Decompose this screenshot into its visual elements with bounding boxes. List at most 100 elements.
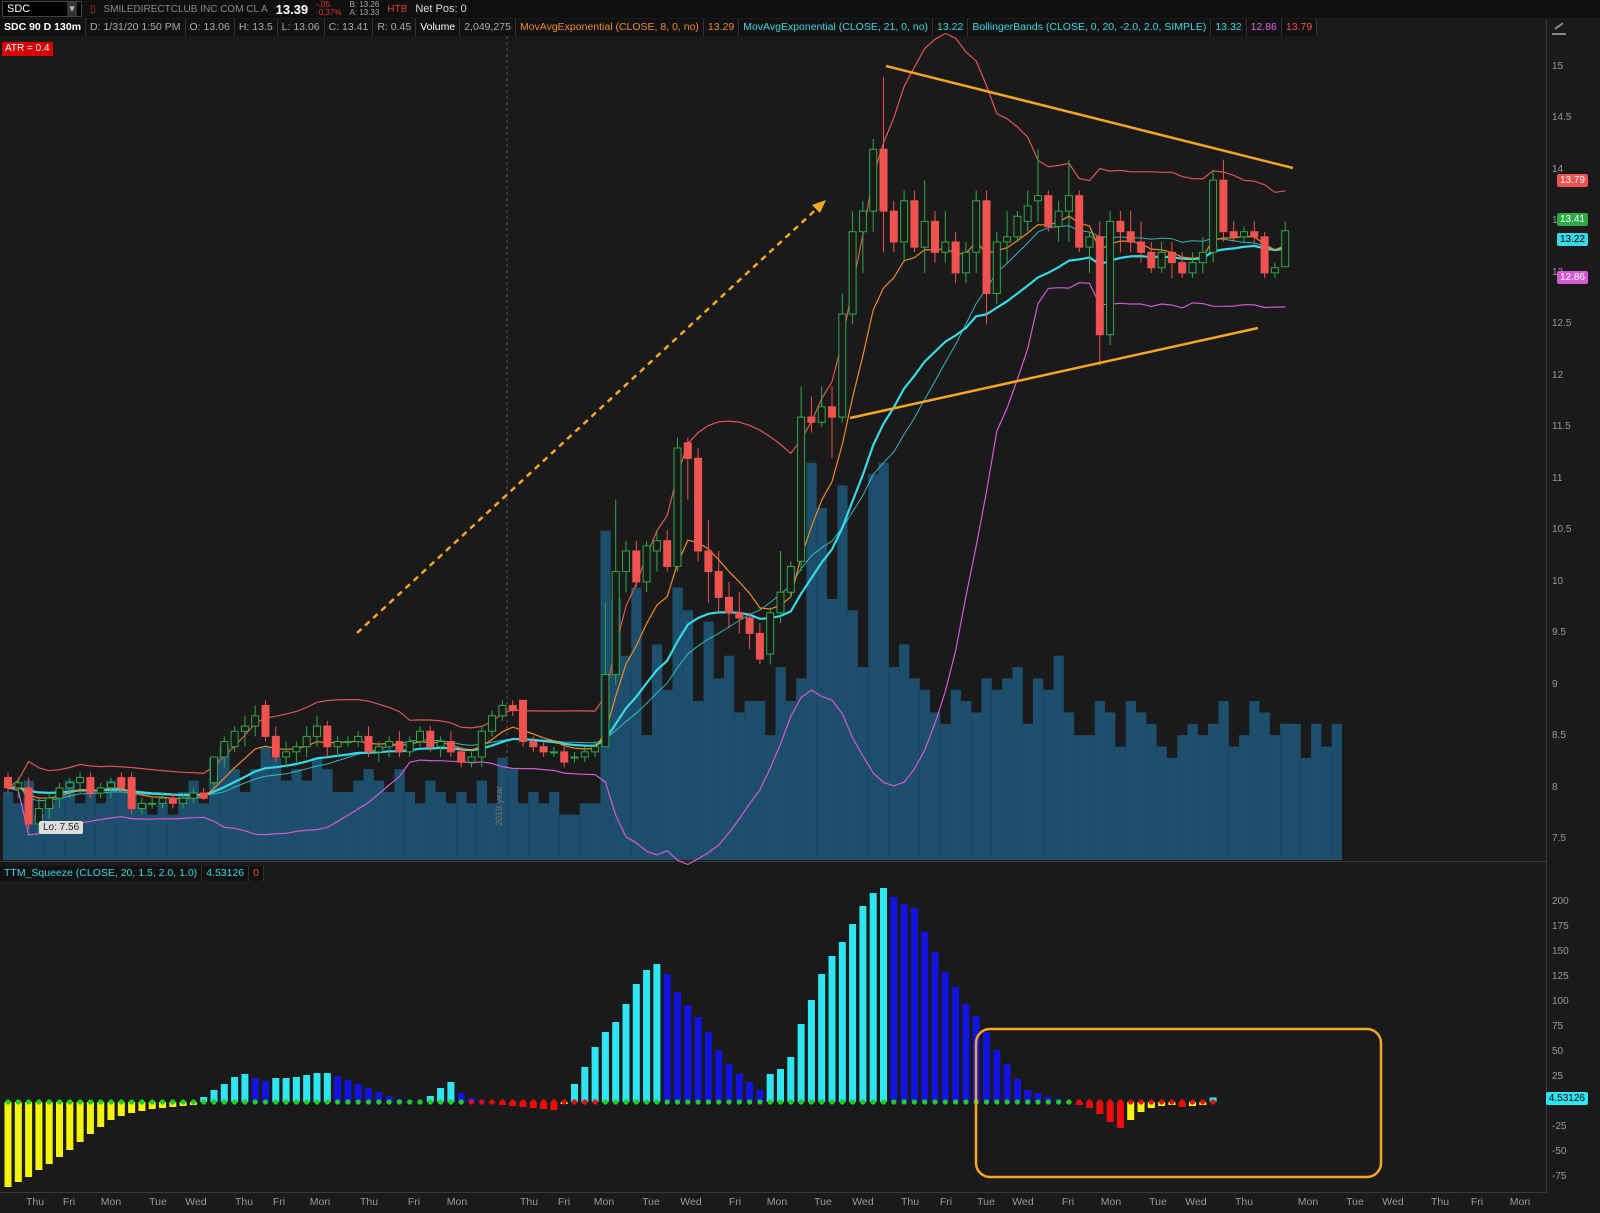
candle-body [1219, 179, 1228, 233]
candle-body [1281, 230, 1290, 268]
candle-body [704, 550, 713, 573]
candle-body [4, 777, 12, 789]
squeeze-dot [1138, 1099, 1144, 1105]
squeeze-histogram-bar [1116, 1102, 1124, 1128]
squeeze-dot [953, 1099, 959, 1105]
ema21-line [7, 244, 1286, 797]
time-axis-tick: Mon [100, 1196, 122, 1208]
time-axis-tick: Fri [407, 1196, 421, 1208]
squeeze-dot [1025, 1099, 1031, 1105]
squeeze-dot [273, 1099, 279, 1105]
candle-body [1075, 195, 1084, 248]
squeeze-dot [674, 1099, 681, 1105]
squeeze-dot [664, 1099, 670, 1105]
squeeze-dot [602, 1099, 609, 1105]
volume-bar [1125, 701, 1136, 860]
chart-canvas[interactable] [0, 0, 1600, 1213]
squeeze-dot [695, 1099, 701, 1105]
candle-body [1209, 179, 1218, 253]
squeeze-dot [1117, 1099, 1123, 1105]
volume-bar [765, 735, 776, 860]
price-axis-tick: 8 [1552, 781, 1558, 793]
upper-trendline [885, 64, 1294, 170]
squeeze-dot [190, 1099, 196, 1105]
squeeze-axis-tick: 175 [1552, 921, 1569, 932]
squeeze-dot [1159, 1099, 1165, 1105]
squeeze-dot [798, 1099, 804, 1105]
squeeze-histogram-bar [777, 1069, 784, 1102]
candle-body [1157, 251, 1166, 269]
squeeze-histogram-bar [828, 956, 836, 1102]
volume-bar [394, 769, 405, 860]
squeeze-dot [705, 1099, 712, 1105]
squeeze-dot [942, 1099, 948, 1105]
candle-body [230, 730, 239, 748]
squeeze-histogram-bar [1003, 1064, 1011, 1102]
squeeze-dot [304, 1099, 310, 1105]
candle-body [148, 802, 157, 805]
candle-body [1250, 231, 1259, 238]
candle-body [776, 591, 785, 614]
squeeze-label[interactable]: TTM_Squeeze (CLOSE, 20, 1.5, 2.0, 1.0) [0, 866, 203, 881]
squeeze-dot [582, 1099, 588, 1105]
volume-bar [847, 610, 858, 860]
volume-bar [713, 678, 724, 860]
time-axis-tick: Wed [185, 1196, 207, 1208]
volume-bar [404, 791, 415, 860]
volume-bar [827, 598, 838, 860]
volume-bar [1187, 723, 1198, 860]
squeeze-dot [355, 1099, 361, 1105]
volume-bar [95, 803, 106, 860]
volume-bar [250, 769, 261, 860]
candle-body [570, 756, 579, 759]
squeeze-dot [427, 1099, 433, 1105]
squeeze-value-tag: 4.53126 [1545, 1092, 1588, 1105]
volume-bar [332, 791, 343, 860]
volume-bar [724, 655, 735, 860]
squeeze-dot [1035, 1099, 1041, 1105]
squeeze-histogram-bar [272, 1078, 280, 1102]
volume-bar [899, 644, 910, 860]
squeeze-histogram-bar [14, 1102, 22, 1182]
volume-bar [1002, 678, 1013, 860]
candle-body [591, 746, 600, 753]
squeeze-dot [860, 1099, 866, 1105]
price-axis-tick: 14.5 [1552, 112, 1572, 124]
candle-body [817, 406, 826, 423]
squeeze-axis-tick: 150 [1552, 946, 1569, 957]
squeeze-histogram-bar [684, 1005, 692, 1102]
time-axis-tick: Fri [1061, 1196, 1075, 1208]
squeeze-histogram-bar [25, 1102, 33, 1177]
candle-body [1270, 267, 1279, 274]
squeeze-dot [757, 1099, 763, 1105]
low-marker-bubble: Lo: 7.56 [39, 821, 84, 834]
candle-body [354, 735, 363, 743]
squeeze-axis-tick: 50 [1552, 1046, 1564, 1057]
candle-body [828, 406, 836, 418]
squeeze-histogram-bar [735, 1074, 743, 1102]
volume-bar [1074, 735, 1085, 860]
candle-body [1126, 231, 1135, 243]
volume-bar [1280, 723, 1291, 860]
squeeze-histogram-bar [643, 970, 651, 1102]
candle-body [982, 200, 991, 294]
time-axis-tick: Tue [1149, 1196, 1167, 1208]
squeeze-dot [201, 1099, 207, 1105]
squeeze-dot [767, 1099, 773, 1105]
squeeze-dot [407, 1099, 413, 1105]
squeeze-dot [1148, 1099, 1154, 1105]
volume-bar [1063, 712, 1075, 860]
volume-bar [198, 803, 209, 860]
time-axis-tick: Tue [149, 1196, 167, 1208]
volume-bar [919, 689, 930, 860]
candle-body [910, 200, 919, 248]
squeeze-dot [108, 1099, 114, 1105]
squeeze-dot [98, 1099, 104, 1105]
candle-body [96, 787, 105, 794]
arrow-head [812, 200, 826, 213]
squeeze-histogram-bar [66, 1102, 74, 1150]
volume-bar [971, 712, 982, 860]
price-axis-tick: 8.5 [1552, 730, 1566, 742]
time-axis-tick: Thu [1430, 1196, 1450, 1208]
candle-body [405, 741, 414, 753]
